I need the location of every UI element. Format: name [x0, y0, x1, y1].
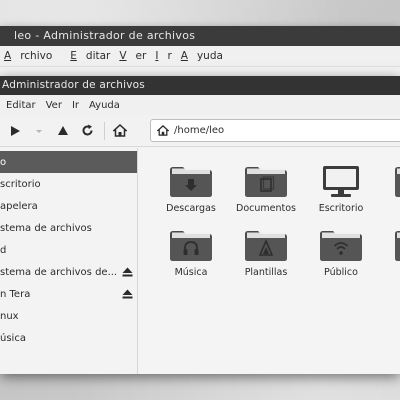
sidebar-item[interactable]: o — [0, 151, 137, 173]
sidebar: o scritorio apelera stema de archivos d stema… — [0, 148, 138, 374]
sidebar-item-label: nux — [0, 310, 19, 322]
file-name: Descargas — [166, 203, 216, 214]
desktop-monitor-icon — [318, 164, 364, 198]
background-window-titlebar[interactable]: leo - Administrador de archivos — [0, 26, 400, 46]
folder-templates-icon — [243, 228, 289, 262]
menu-ayuda[interactable]: Ayuda — [89, 100, 120, 111]
sidebar-item[interactable]: úsica — [0, 327, 137, 349]
eject-icon[interactable] — [122, 289, 133, 299]
menu-archivo-rest: rchivo — [20, 50, 53, 62]
folder-pictures-icon — [393, 164, 400, 198]
file-name: Documentos — [236, 203, 296, 214]
file-name: Público — [324, 267, 358, 278]
file-item[interactable]: Plantillas — [235, 228, 297, 278]
file-item[interactable]: Descargas — [160, 164, 222, 214]
eject-icon[interactable] — [122, 267, 133, 277]
reload-icon — [82, 124, 92, 136]
folder-public-icon — [318, 228, 364, 262]
sidebar-item-label: o — [0, 156, 7, 168]
file-name: Música — [174, 267, 208, 278]
sidebar-item[interactable]: scritorio — [0, 173, 137, 195]
up-button[interactable] — [54, 121, 72, 141]
dropdown-arrow-icon — [36, 129, 42, 133]
file-item[interactable]: Público — [310, 228, 372, 278]
sidebar-item-label: stema de archivos — [0, 222, 92, 234]
location-path: /home/leo — [174, 125, 225, 136]
folder-videos-icon — [393, 228, 400, 262]
reload-button[interactable] — [78, 121, 96, 141]
home-button[interactable] — [111, 121, 129, 141]
menu-editar[interactable]: Editar — [6, 100, 36, 111]
sidebar-item-label: d — [0, 244, 7, 256]
menu-editar-back[interactable]: Editar — [70, 50, 110, 62]
home-icon — [113, 124, 127, 137]
window-title[interactable]: Administrador de archivos — [0, 76, 400, 95]
file-manager-window: Administrador de archivos Editar Ver Ir … — [0, 76, 400, 374]
menu-ir-back[interactable]: Ir — [155, 50, 171, 62]
file-name: Escritorio — [318, 203, 364, 214]
menu-ver-back[interactable]: Ver — [119, 50, 146, 62]
folder-music-icon — [168, 228, 214, 262]
file-name: Plantillas — [244, 267, 288, 278]
toolbar-separator — [104, 121, 105, 140]
folder-documents-icon — [243, 164, 289, 198]
folder-download-icon — [168, 164, 214, 198]
forward-button[interactable] — [6, 121, 24, 141]
file-item[interactable]: Escritorio — [310, 164, 372, 214]
up-arrow-icon — [58, 126, 68, 135]
menu-ayuda-back[interactable]: Ayuda — [181, 50, 223, 62]
sidebar-item[interactable]: n Tera — [0, 283, 137, 305]
file-item[interactable]: Ima — [385, 164, 400, 214]
sidebar-item-label: apelera — [0, 200, 38, 212]
home-icon — [157, 125, 169, 136]
background-window-menubar: Archivo Editar Ver Ir Ayuda — [0, 46, 400, 66]
sidebar-item-label: stema de archivos de... — [0, 266, 118, 278]
file-item[interactable]: Música — [160, 228, 222, 278]
sidebar-item-label: scritorio — [0, 178, 41, 190]
forward-arrow-icon — [11, 125, 20, 136]
menu-ir[interactable]: Ir — [72, 100, 79, 111]
location-bar[interactable]: /home/leo — [150, 119, 400, 142]
menu-ver[interactable]: Ver — [46, 100, 62, 111]
history-dropdown-button[interactable] — [30, 121, 48, 141]
menu-archivo[interactable]: Archivo — [4, 50, 61, 62]
sidebar-item-label: úsica — [0, 332, 26, 344]
menubar: Editar Ver Ir Ayuda — [0, 95, 400, 115]
sidebar-item[interactable]: stema de archivos de... — [0, 261, 137, 283]
file-item[interactable]: V — [385, 228, 400, 278]
sidebar-item-label: n Tera — [0, 288, 31, 300]
sidebar-item[interactable]: nux — [0, 305, 137, 327]
main-content: o scritorio apelera stema de archivos d stema… — [0, 148, 400, 374]
sidebar-item[interactable]: stema de archivos — [0, 217, 137, 239]
file-view: Descargas Documentos Escritorio Ima Música Pl… — [138, 148, 400, 374]
sidebar-item[interactable]: apelera — [0, 195, 137, 217]
file-item[interactable]: Documentos — [235, 164, 297, 214]
sidebar-item[interactable]: d — [0, 239, 137, 261]
